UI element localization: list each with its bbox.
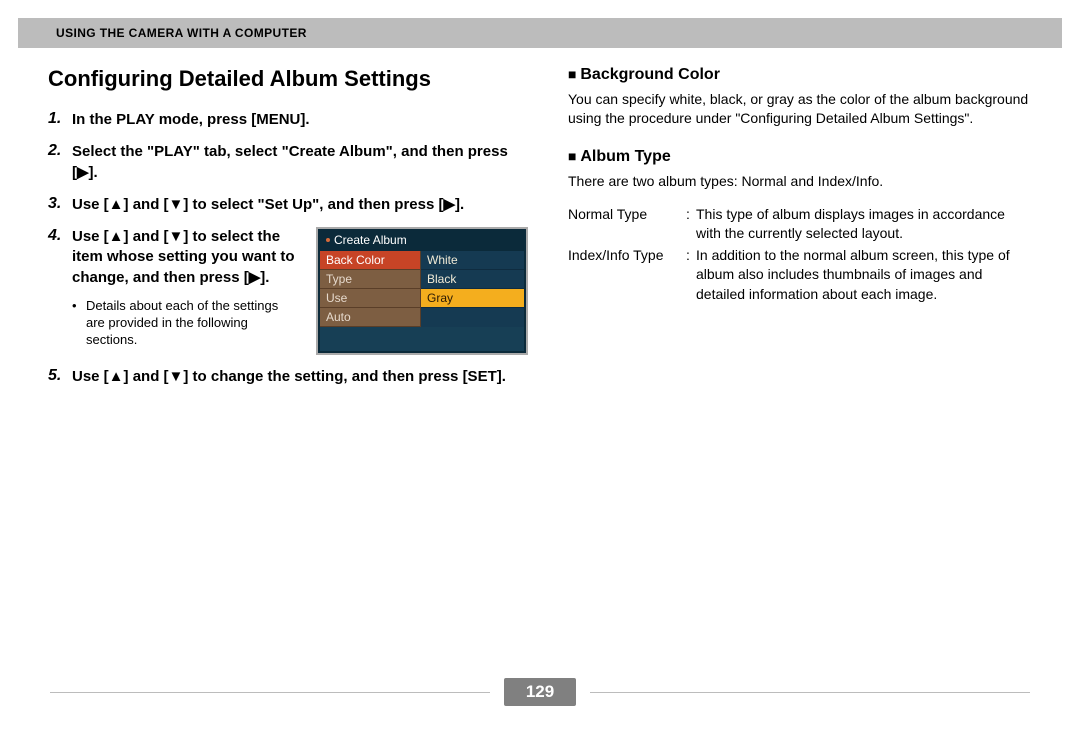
menu-option: Black — [421, 270, 524, 289]
background-color-heading: Background Color — [568, 66, 1032, 84]
menu-tab: Create Album — [320, 231, 524, 251]
page-footer: 129 — [50, 678, 1030, 706]
definition-term: Index/Info Type — [568, 246, 686, 305]
menu-item: Type — [320, 270, 420, 289]
background-color-paragraph: You can specify white, black, or gray as… — [568, 90, 1032, 128]
definition-colon: : — [686, 205, 696, 244]
step-5: 5. Use [▲] and [▼] to change the setting… — [48, 367, 528, 387]
definition-normal: Normal Type : This type of album display… — [568, 205, 1032, 244]
step-1: 1. In the PLAY mode, press [MENU]. — [48, 110, 528, 130]
menu-footer-area — [320, 327, 524, 351]
step-4-note: Details about each of the settings are p… — [72, 298, 300, 349]
footer-rule-right — [590, 692, 1030, 693]
step-3: 3. Use [▲] and [▼] to select "Set Up", a… — [48, 195, 528, 215]
album-type-intro: There are two album types: Normal and In… — [568, 172, 1032, 191]
definition-colon: : — [686, 246, 696, 305]
section-header-text: USING THE CAMERA WITH A COMPUTER — [56, 26, 307, 40]
page-title: Configuring Detailed Album Settings — [48, 66, 528, 92]
two-column-layout: Configuring Detailed Album Settings 1. I… — [18, 66, 1062, 399]
step-1-text: In the PLAY mode, press [MENU]. — [72, 110, 528, 130]
step-number: 2. — [48, 142, 64, 183]
menu-body: Back Color Type Use Auto White Black Gra… — [320, 251, 524, 327]
menu-option: Gray — [421, 289, 524, 308]
menu-tab-label: Create Album — [334, 233, 407, 247]
album-type-heading: Album Type — [568, 148, 1032, 166]
menu-option: White — [421, 251, 524, 270]
menu-item-list: Back Color Type Use Auto — [320, 251, 421, 327]
definition-index-info: Index/Info Type : In addition to the nor… — [568, 246, 1032, 305]
section-header-bar: USING THE CAMERA WITH A COMPUTER — [18, 18, 1062, 48]
step-2: 2. Select the "PLAY" tab, select "Create… — [48, 142, 528, 183]
menu-tab-marker-icon — [326, 238, 330, 242]
definition-desc: In addition to the normal album screen, … — [696, 246, 1032, 305]
menu-item: Auto — [320, 308, 420, 327]
manual-page: USING THE CAMERA WITH A COMPUTER Configu… — [0, 0, 1080, 730]
camera-menu-screenshot: Create Album Back Color Type Use Auto — [316, 227, 528, 355]
step-4: 4. Use [▲] and [▼] to select the item wh… — [48, 227, 528, 355]
step-2-text: Select the "PLAY" tab, select "Create Al… — [72, 142, 528, 183]
menu-option-list: White Black Gray — [421, 251, 524, 327]
footer-rule-left — [50, 692, 490, 693]
right-column: Background Color You can specify white, … — [568, 66, 1032, 399]
step-number: 4. — [48, 227, 64, 355]
definition-term: Normal Type — [568, 205, 686, 244]
menu-item: Back Color — [320, 251, 420, 270]
step-number: 3. — [48, 195, 64, 215]
step-number: 5. — [48, 367, 64, 387]
left-column: Configuring Detailed Album Settings 1. I… — [48, 66, 528, 399]
album-type-definitions: Normal Type : This type of album display… — [568, 205, 1032, 305]
step-5-text: Use [▲] and [▼] to change the setting, a… — [72, 367, 528, 387]
page-number: 129 — [504, 678, 576, 706]
definition-desc: This type of album displays images in ac… — [696, 205, 1032, 244]
step-3-text: Use [▲] and [▼] to select "Set Up", and … — [72, 195, 528, 215]
step-number: 1. — [48, 110, 64, 130]
step-4-text: Use [▲] and [▼] to select the item whose… — [72, 227, 300, 288]
menu-item: Use — [320, 289, 420, 308]
